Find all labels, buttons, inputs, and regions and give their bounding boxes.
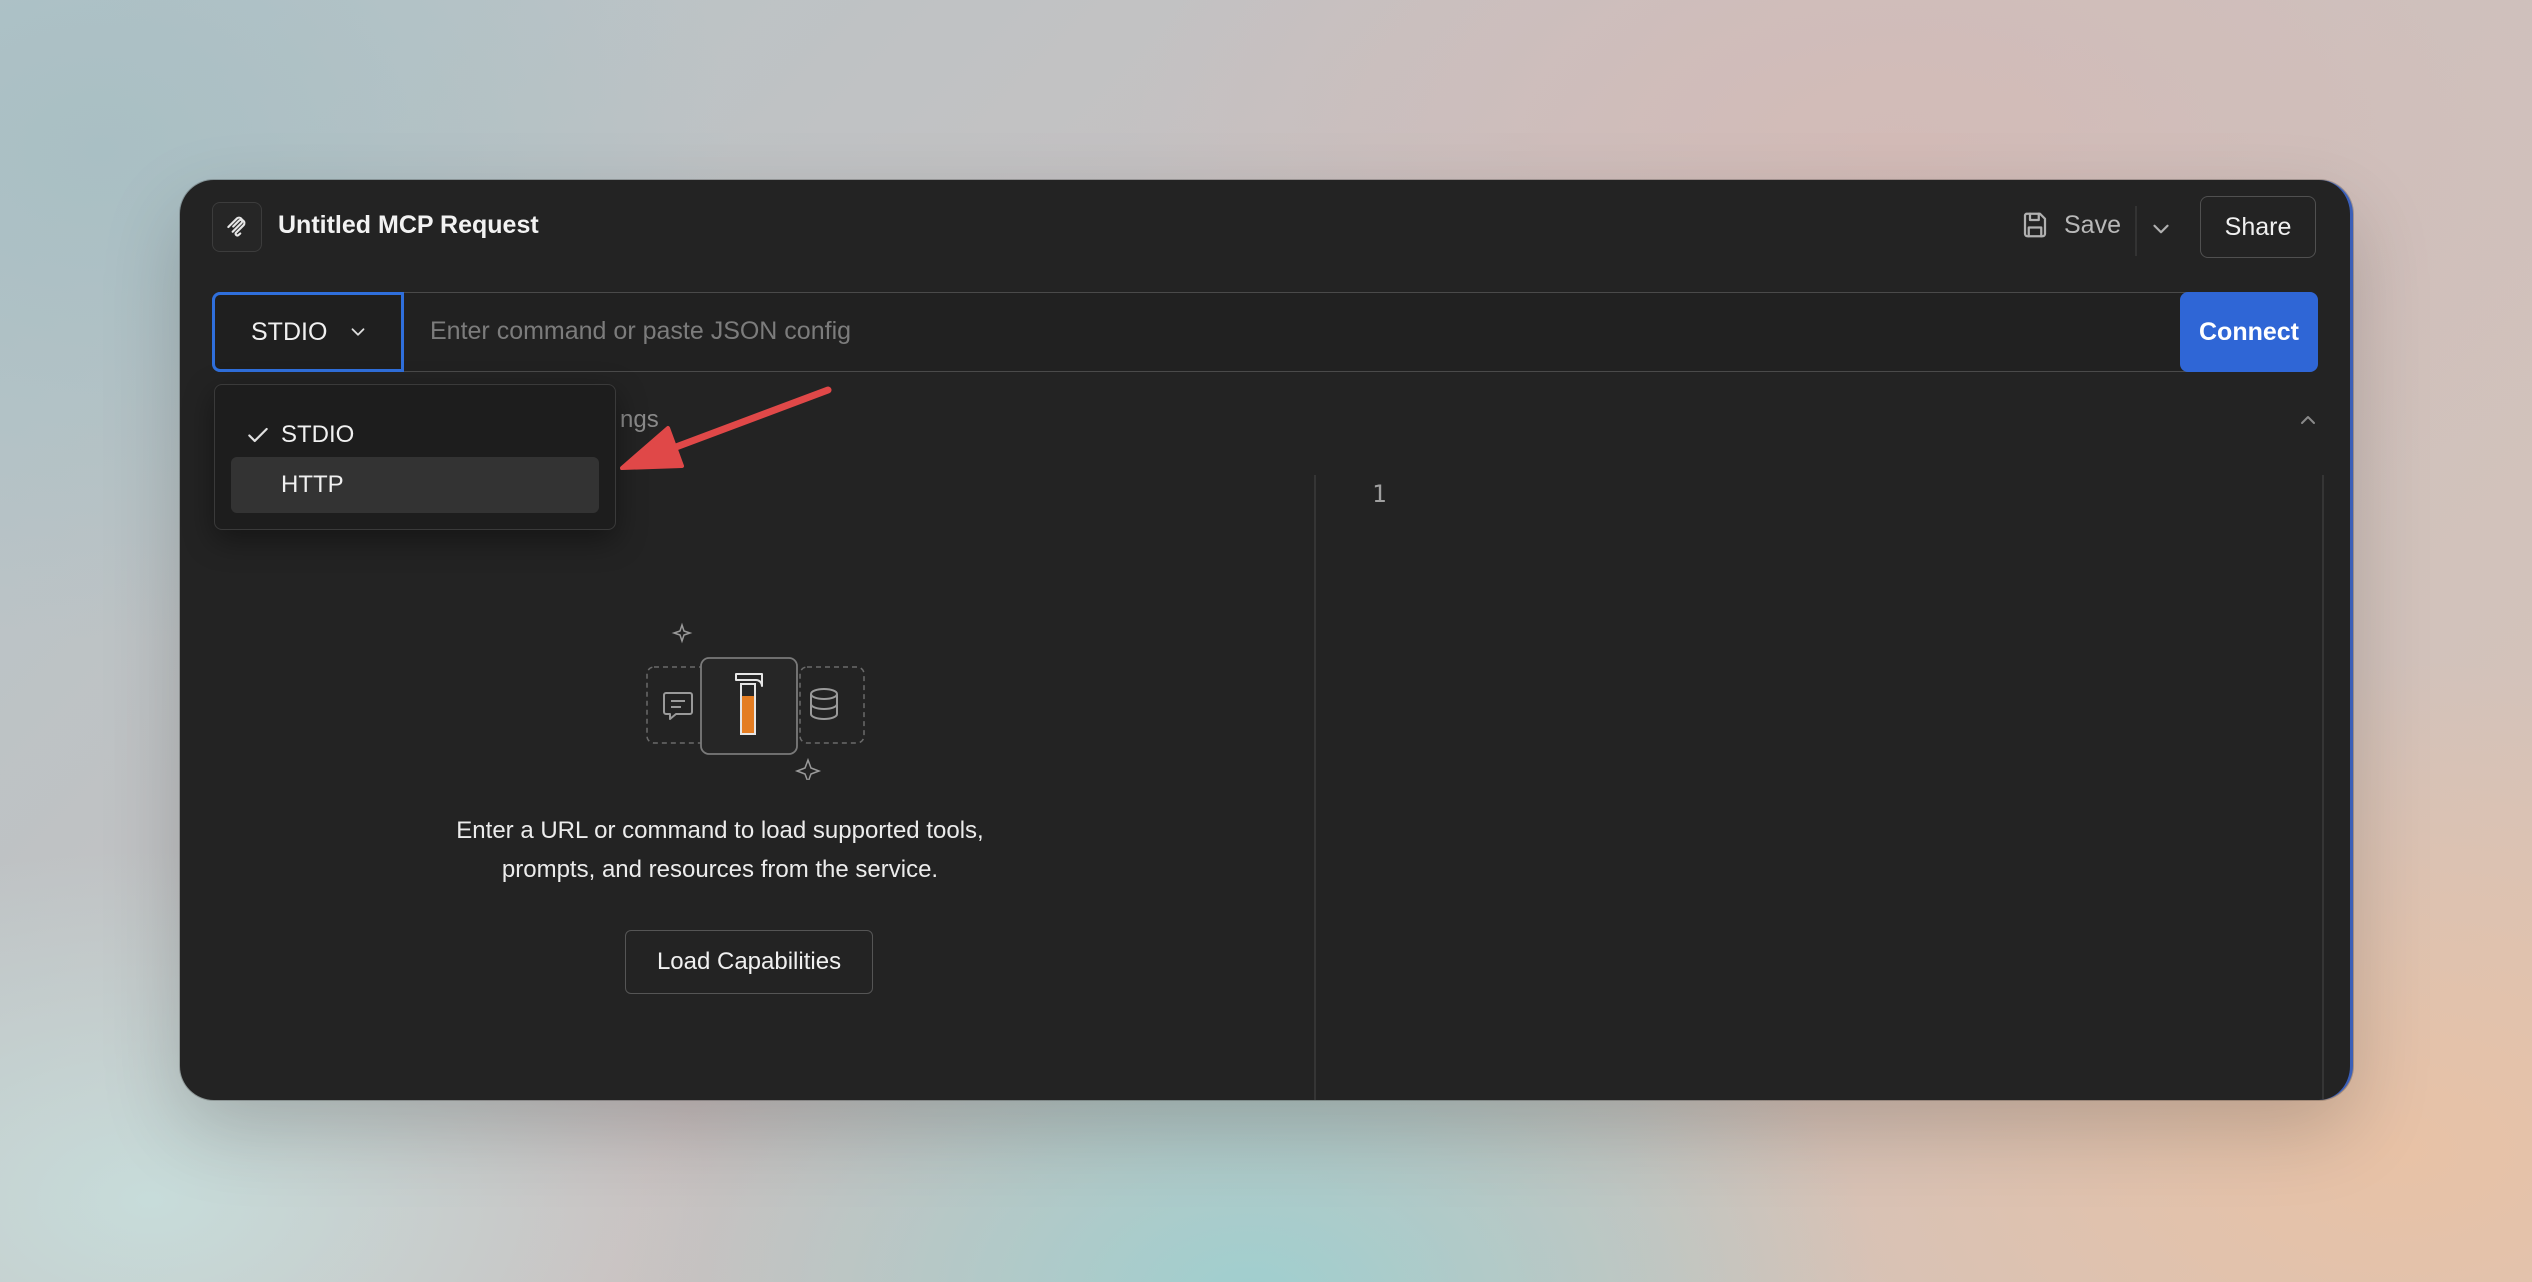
transport-dropdown-menu: STDIO HTTP (214, 384, 616, 530)
database-icon (810, 688, 838, 720)
transport-option-stdio[interactable]: STDIO (231, 407, 599, 463)
editor-scroll-edge (2322, 475, 2324, 1100)
mcp-request-window: Untitled MCP Request Save Share STDIO En… (180, 180, 2353, 1100)
panel-divider[interactable] (1314, 475, 1316, 1100)
save-label: Save (2064, 210, 2121, 239)
message-icon (663, 692, 693, 720)
empty-state-message: Enter a URL or command to load supported… (420, 811, 1020, 889)
annotation-arrow-icon (620, 386, 832, 470)
transport-option-http[interactable]: HTTP (231, 457, 599, 513)
chevron-up-icon[interactable] (2296, 408, 2320, 432)
transport-selected-value: STDIO (251, 317, 328, 346)
empty-state-line-1: Enter a URL or command to load supported… (456, 817, 984, 844)
check-icon (245, 423, 281, 447)
resource-card (799, 666, 865, 744)
connect-button[interactable]: Connect (2180, 292, 2318, 372)
transport-select[interactable]: STDIO (212, 292, 404, 372)
save-button[interactable]: Save (2020, 210, 2121, 240)
save-divider (2135, 206, 2137, 256)
command-input[interactable]: Enter command or paste JSON config (430, 317, 851, 346)
save-options-chevron-down-icon[interactable] (2148, 216, 2174, 242)
save-icon (2023, 212, 2047, 238)
capabilities-illustration (646, 622, 865, 780)
share-button[interactable]: Share (2200, 196, 2316, 258)
transport-option-label: HTTP (281, 471, 344, 498)
sparkle-icon (671, 622, 693, 644)
load-capabilities-button[interactable]: Load Capabilities (625, 930, 873, 994)
mcp-logo-icon (212, 202, 262, 252)
editor-line-number: 1 (1372, 480, 1387, 508)
request-title[interactable]: Untitled MCP Request (278, 211, 539, 240)
empty-state-line-2: prompts, and resources from the service. (501, 856, 939, 883)
transport-option-label: STDIO (281, 421, 355, 448)
sparkle-icon (794, 757, 822, 780)
chevron-down-icon (351, 328, 365, 336)
